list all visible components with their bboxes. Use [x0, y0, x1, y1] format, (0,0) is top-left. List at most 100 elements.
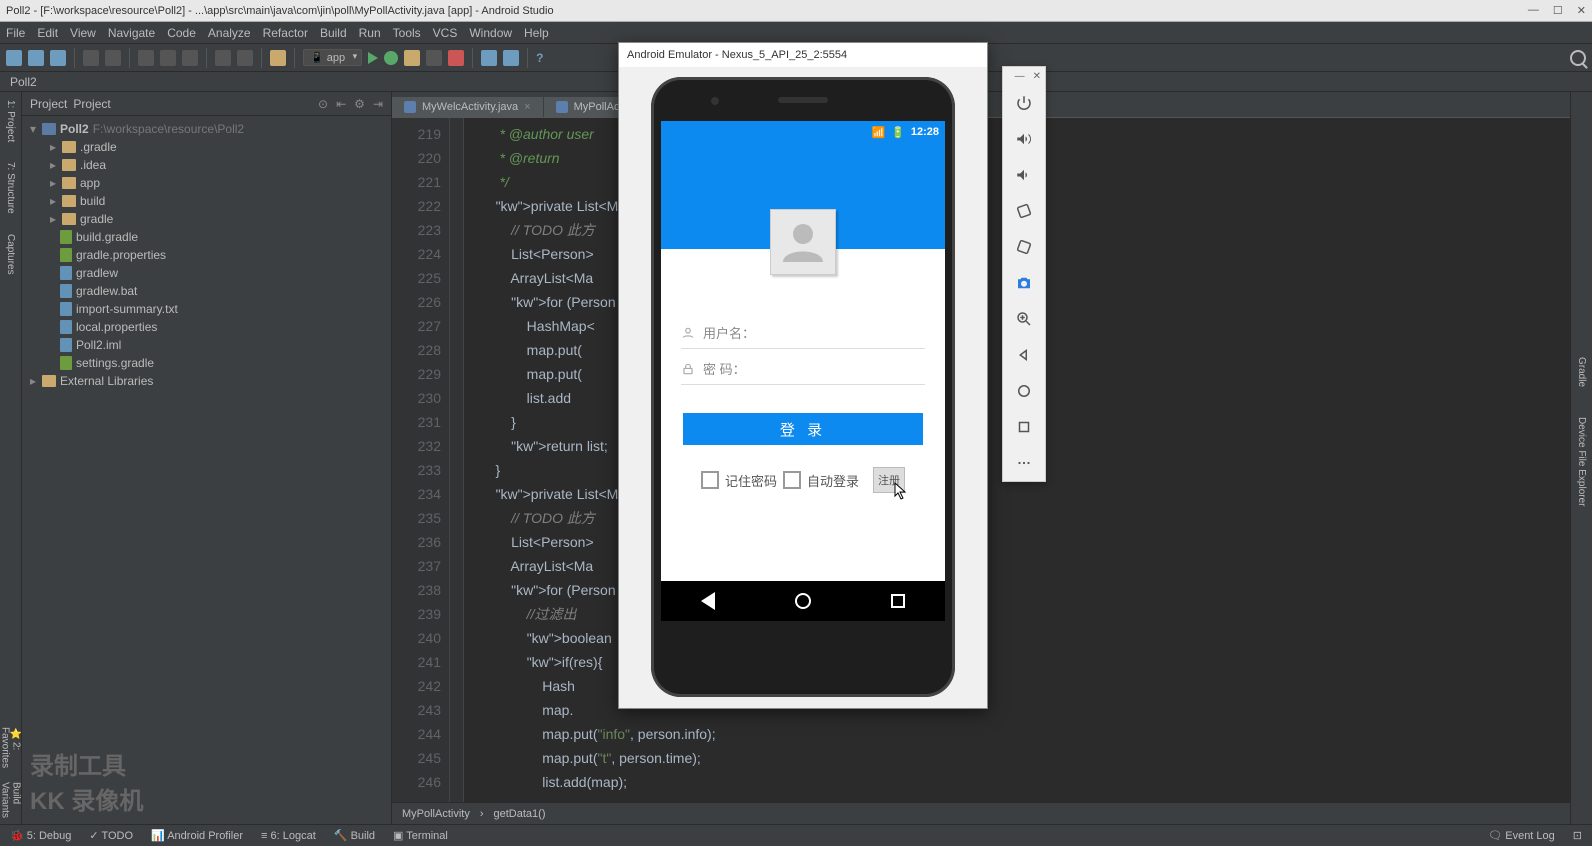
menu-window[interactable]: Window — [469, 26, 512, 40]
separator — [206, 48, 207, 68]
panel-title: Project — [30, 97, 67, 111]
fold-gutter[interactable] — [450, 118, 464, 802]
gear-icon[interactable]: ⚙ — [354, 97, 365, 111]
save-icon[interactable] — [28, 50, 44, 66]
collapse-icon[interactable]: ⇤ — [336, 97, 346, 111]
avd-icon[interactable] — [481, 50, 497, 66]
status-box-icon[interactable]: ⊡ — [1573, 829, 1582, 842]
tab-file-explorer[interactable]: Device File Explorer — [1576, 417, 1587, 506]
hide-icon[interactable]: ⇥ — [373, 97, 383, 111]
target-icon[interactable]: ⊙ — [318, 97, 328, 111]
phone-screen[interactable]: 📶 🔋 12:28 用户名： 密 码： 登 录 — [661, 121, 945, 621]
debug-icon[interactable] — [384, 51, 398, 65]
register-button[interactable]: 注册 — [873, 467, 905, 493]
menu-vcs[interactable]: VCS — [433, 26, 458, 40]
remember-checkbox[interactable] — [701, 471, 719, 489]
menu-navigate[interactable]: Navigate — [108, 26, 155, 40]
project-name[interactable]: Poll2 — [10, 75, 37, 89]
emu-home-button[interactable] — [1003, 373, 1045, 409]
close-icon[interactable]: ✕ — [1033, 71, 1041, 82]
emulator-title: Android Emulator - Nexus_5_API_25_2:5554 — [619, 43, 987, 67]
menu-tools[interactable]: Tools — [393, 26, 421, 40]
search-icon[interactable] — [1570, 50, 1586, 66]
close-icon[interactable]: × — [524, 101, 530, 113]
menu-edit[interactable]: Edit — [37, 26, 58, 40]
back-button[interactable] — [701, 592, 715, 610]
maximize-icon[interactable]: ☐ — [1553, 4, 1563, 17]
tab-buildvariants[interactable]: Build Variants — [0, 782, 22, 819]
left-bottom-strip: ⭐ 2: Favorites Build Variants — [0, 723, 22, 823]
emulator-window[interactable]: Android Emulator - Nexus_5_API_25_2:5554… — [618, 42, 988, 709]
cut-icon[interactable] — [138, 50, 154, 66]
volume-up-button[interactable] — [1003, 121, 1045, 157]
separator — [261, 48, 262, 68]
tab-profiler[interactable]: 📊 Android Profiler — [151, 829, 243, 842]
tab-captures[interactable]: Captures — [5, 234, 16, 275]
recents-button[interactable] — [891, 594, 905, 608]
copy-icon[interactable] — [160, 50, 176, 66]
autologin-checkbox[interactable] — [783, 471, 801, 489]
tab-gradle[interactable]: Gradle — [1576, 357, 1587, 387]
separator — [74, 48, 75, 68]
menu-code[interactable]: Code — [167, 26, 196, 40]
tab-structure[interactable]: 7: Structure — [5, 162, 16, 214]
autologin-label: 自动登录 — [807, 471, 859, 490]
tab-favorites[interactable]: ⭐ 2: Favorites — [0, 727, 22, 768]
menu-analyze[interactable]: Analyze — [208, 26, 251, 40]
tab-terminal[interactable]: ▣ Terminal — [393, 829, 448, 842]
open-icon[interactable] — [6, 50, 22, 66]
tab-todo[interactable]: ✓ TODO — [89, 829, 133, 842]
phone-frame: 📶 🔋 12:28 用户名： 密 码： 登 录 — [651, 77, 955, 697]
run-config-select[interactable]: 📱 app — [303, 49, 362, 66]
menu-file[interactable]: File — [6, 26, 25, 40]
paste-icon[interactable] — [182, 50, 198, 66]
power-button[interactable] — [1003, 85, 1045, 121]
make-icon[interactable] — [270, 50, 286, 66]
more-button[interactable] — [1003, 445, 1045, 481]
tab-debug[interactable]: 🐞 5: Debug — [10, 829, 71, 842]
rotate-right-button[interactable] — [1003, 229, 1045, 265]
profile-icon[interactable] — [404, 50, 420, 66]
stop-icon[interactable] — [448, 50, 464, 66]
home-button[interactable] — [795, 593, 811, 609]
tab-eventlog[interactable]: 🗨 Event Log — [1488, 829, 1555, 842]
tab-mywelcactivity[interactable]: MyWelcActivity.java× — [392, 97, 544, 117]
tab-project[interactable]: 1: Project — [5, 100, 16, 142]
sync-icon[interactable] — [50, 50, 66, 66]
volume-down-button[interactable] — [1003, 157, 1045, 193]
emu-overview-button[interactable] — [1003, 409, 1045, 445]
screenshot-button[interactable] — [1003, 265, 1045, 301]
left-tool-strip: 1: Project 7: Structure Captures — [0, 92, 22, 824]
rotate-left-button[interactable] — [1003, 193, 1045, 229]
emu-back-button[interactable] — [1003, 337, 1045, 373]
minimize-icon[interactable]: — — [1528, 4, 1539, 17]
attach-icon[interactable] — [426, 50, 442, 66]
menu-run[interactable]: Run — [359, 26, 381, 40]
login-button[interactable]: 登 录 — [683, 413, 923, 445]
tab-build[interactable]: 🔨 Build — [334, 829, 375, 842]
close-icon[interactable]: ✕ — [1577, 4, 1586, 17]
menu-view[interactable]: View — [70, 26, 96, 40]
back-icon[interactable] — [215, 50, 231, 66]
cursor-icon — [894, 482, 908, 500]
sdk-icon[interactable] — [503, 50, 519, 66]
username-field[interactable]: 用户名： — [681, 317, 925, 349]
editor-breadcrumb[interactable]: MyPollActivity›getData1() — [392, 802, 1570, 824]
project-tree[interactable]: ▾ Poll2 F:\workspace\resource\Poll2 ▸ .g… — [22, 116, 391, 394]
tab-logcat[interactable]: ≡ 6: Logcat — [261, 830, 316, 842]
separator — [294, 48, 295, 68]
run-icon[interactable] — [368, 52, 378, 64]
minimize-icon[interactable]: — — [1015, 71, 1025, 82]
window-title: Poll2 - [F:\workspace\resource\Poll2] - … — [6, 5, 554, 17]
menu-help[interactable]: Help — [524, 26, 549, 40]
zoom-button[interactable] — [1003, 301, 1045, 337]
undo-icon[interactable] — [83, 50, 99, 66]
menu-refactor[interactable]: Refactor — [263, 26, 308, 40]
menu-build[interactable]: Build — [320, 26, 347, 40]
avatar[interactable] — [770, 209, 836, 275]
user-icon — [681, 326, 695, 340]
forward-icon[interactable] — [237, 50, 253, 66]
password-field[interactable]: 密 码： — [681, 353, 925, 385]
help-icon[interactable]: ? — [536, 51, 543, 65]
redo-icon[interactable] — [105, 50, 121, 66]
